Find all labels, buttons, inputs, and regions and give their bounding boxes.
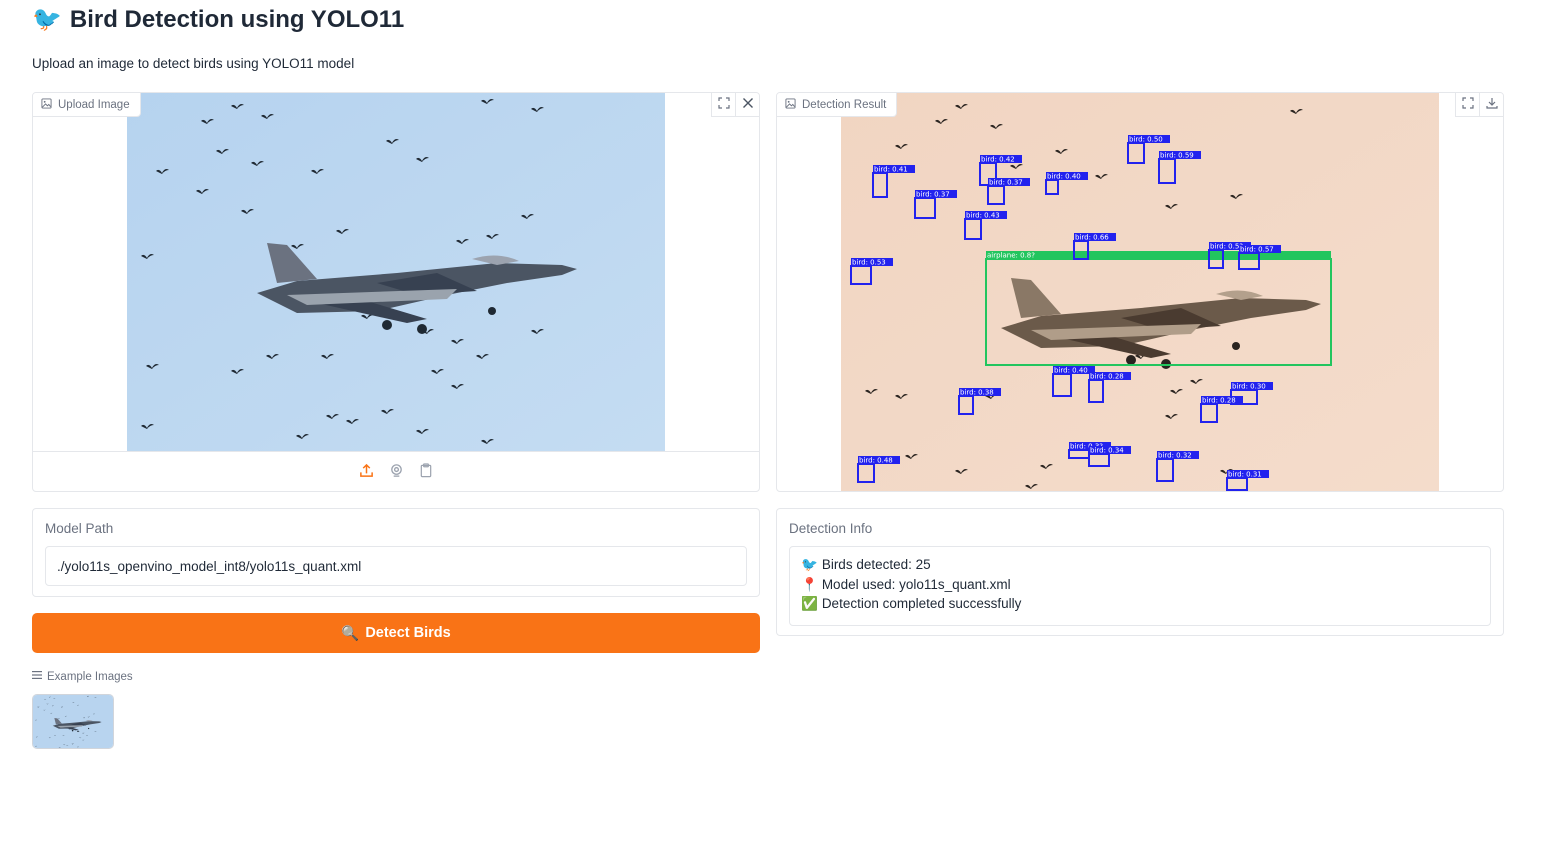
detection-label: bird: 0.41 [874, 166, 908, 174]
example-image-thumbnail[interactable] [32, 694, 114, 749]
detection-label: bird: 0.48 [859, 457, 893, 465]
webcam-icon [389, 463, 404, 483]
detection-label: bird: 0.32 [1158, 452, 1192, 460]
info-line-birds: 🐦 Birds detected: 25 [801, 555, 1479, 575]
page-title: 🐦 Bird Detection using YOLO11 [32, 5, 404, 34]
detection-label: bird: 0.28 [1090, 373, 1124, 381]
clear-image-button[interactable] [735, 93, 759, 117]
detection-result-label: Detection Result [777, 93, 898, 117]
example-images-label-text: Example Images [47, 670, 133, 683]
check-icon: ✅ [801, 596, 818, 611]
page-title-text: Bird Detection using YOLO11 [69, 5, 405, 33]
image-icon [41, 97, 52, 112]
example-images-label: Example Images [32, 670, 133, 683]
detection-label: airplane: 0.8? [987, 252, 1035, 260]
birds-detected-text: Birds detected: 25 [821, 557, 931, 572]
upload-source-button[interactable] [357, 463, 375, 483]
status-text: Detection completed successfully [821, 596, 1022, 611]
model-used-text: Model used: yolo11s_quant.xml [821, 576, 1011, 592]
page-subtitle: Upload an image to detect birds using YO… [32, 56, 355, 71]
detection-label: bird: 0.59 [1160, 152, 1194, 160]
detect-birds-button-label: Detect Birds [365, 625, 451, 641]
upload-icon [359, 463, 374, 483]
detection-label: bird: 0.53 [852, 259, 886, 267]
bird-emoji-icon: 🐦 [32, 6, 62, 33]
detection-label: bird: 0.5? [1210, 243, 1243, 251]
model-path-input[interactable] [45, 546, 747, 586]
detection-label: bird: 0.40 [1054, 367, 1088, 375]
detection-info-textbox[interactable]: 🐦 Birds detected: 25 📍 Model used: yolo1… [789, 546, 1491, 626]
fullscreen-icon [717, 96, 730, 114]
detection-label: bird: 0.43 [966, 212, 1000, 220]
detection-label: bird: 0.31 [1228, 471, 1262, 479]
detection-result-panel: Detection Result airplane: 0.8? bird: 0.… [776, 92, 1504, 492]
detection-result-label-text: Detection Result [802, 98, 887, 111]
upload-image-label: Upload Image [33, 93, 141, 117]
upload-image-panel[interactable]: Upload Image [32, 92, 760, 492]
info-line-status: ✅ Detection completed successfully [801, 594, 1479, 614]
detection-label: bird: 0.37 [989, 179, 1023, 187]
search-icon: 🔍 [341, 625, 360, 642]
detection-label: bird: 0.66 [1075, 234, 1109, 242]
upload-image-toolbar [711, 93, 759, 117]
close-icon [742, 96, 754, 114]
fullscreen-icon [1461, 96, 1474, 114]
detection-label: bird: 0.40 [1047, 173, 1081, 181]
example-jet-thumbnail [33, 695, 113, 748]
detection-label: bird: 0.37 [916, 191, 950, 199]
detection-label: bird: 0.28 [1202, 397, 1236, 405]
detection-result-image: airplane: 0.8? bird: 0.50 bird: 0.59 bird: … [841, 93, 1439, 491]
pin-icon: 📍 [801, 576, 818, 592]
list-icon [32, 670, 42, 683]
image-icon [785, 97, 796, 112]
clipboard-source-button[interactable] [417, 462, 435, 483]
upload-image-label-text: Upload Image [58, 98, 130, 111]
model-path-label: Model Path [45, 521, 114, 536]
uploaded-jet-image [127, 93, 665, 451]
detection-info-label: Detection Info [789, 521, 873, 536]
detection-label: bird: 0.38 [960, 389, 994, 397]
detection-label: bird: 0.50 [1129, 136, 1163, 144]
detection-label: bird: 0.34 [1090, 447, 1124, 455]
detection-info-panel: Detection Info 🐦 Birds detected: 25 📍 Mo… [776, 508, 1504, 636]
fullscreen-button[interactable] [711, 93, 735, 117]
download-button[interactable] [1479, 93, 1503, 117]
bird-icon: 🐦 [801, 557, 818, 572]
webcam-source-button[interactable] [387, 463, 405, 483]
detection-result-toolbar [1455, 93, 1503, 117]
fullscreen-button[interactable] [1455, 93, 1479, 117]
upload-source-bar [33, 451, 759, 491]
detection-label: bird: 0.57 [1240, 246, 1274, 254]
download-icon [1485, 96, 1498, 114]
detection-label: bird: 0.30 [1232, 383, 1266, 391]
model-path-panel: Model Path [32, 508, 760, 597]
detect-birds-button[interactable]: 🔍 Detect Birds [32, 613, 760, 653]
info-line-model: 📍 Model used: yolo11s_quant.xml [801, 575, 1479, 595]
clipboard-icon [419, 462, 433, 483]
detection-label: bird: 0.42 [981, 156, 1015, 164]
